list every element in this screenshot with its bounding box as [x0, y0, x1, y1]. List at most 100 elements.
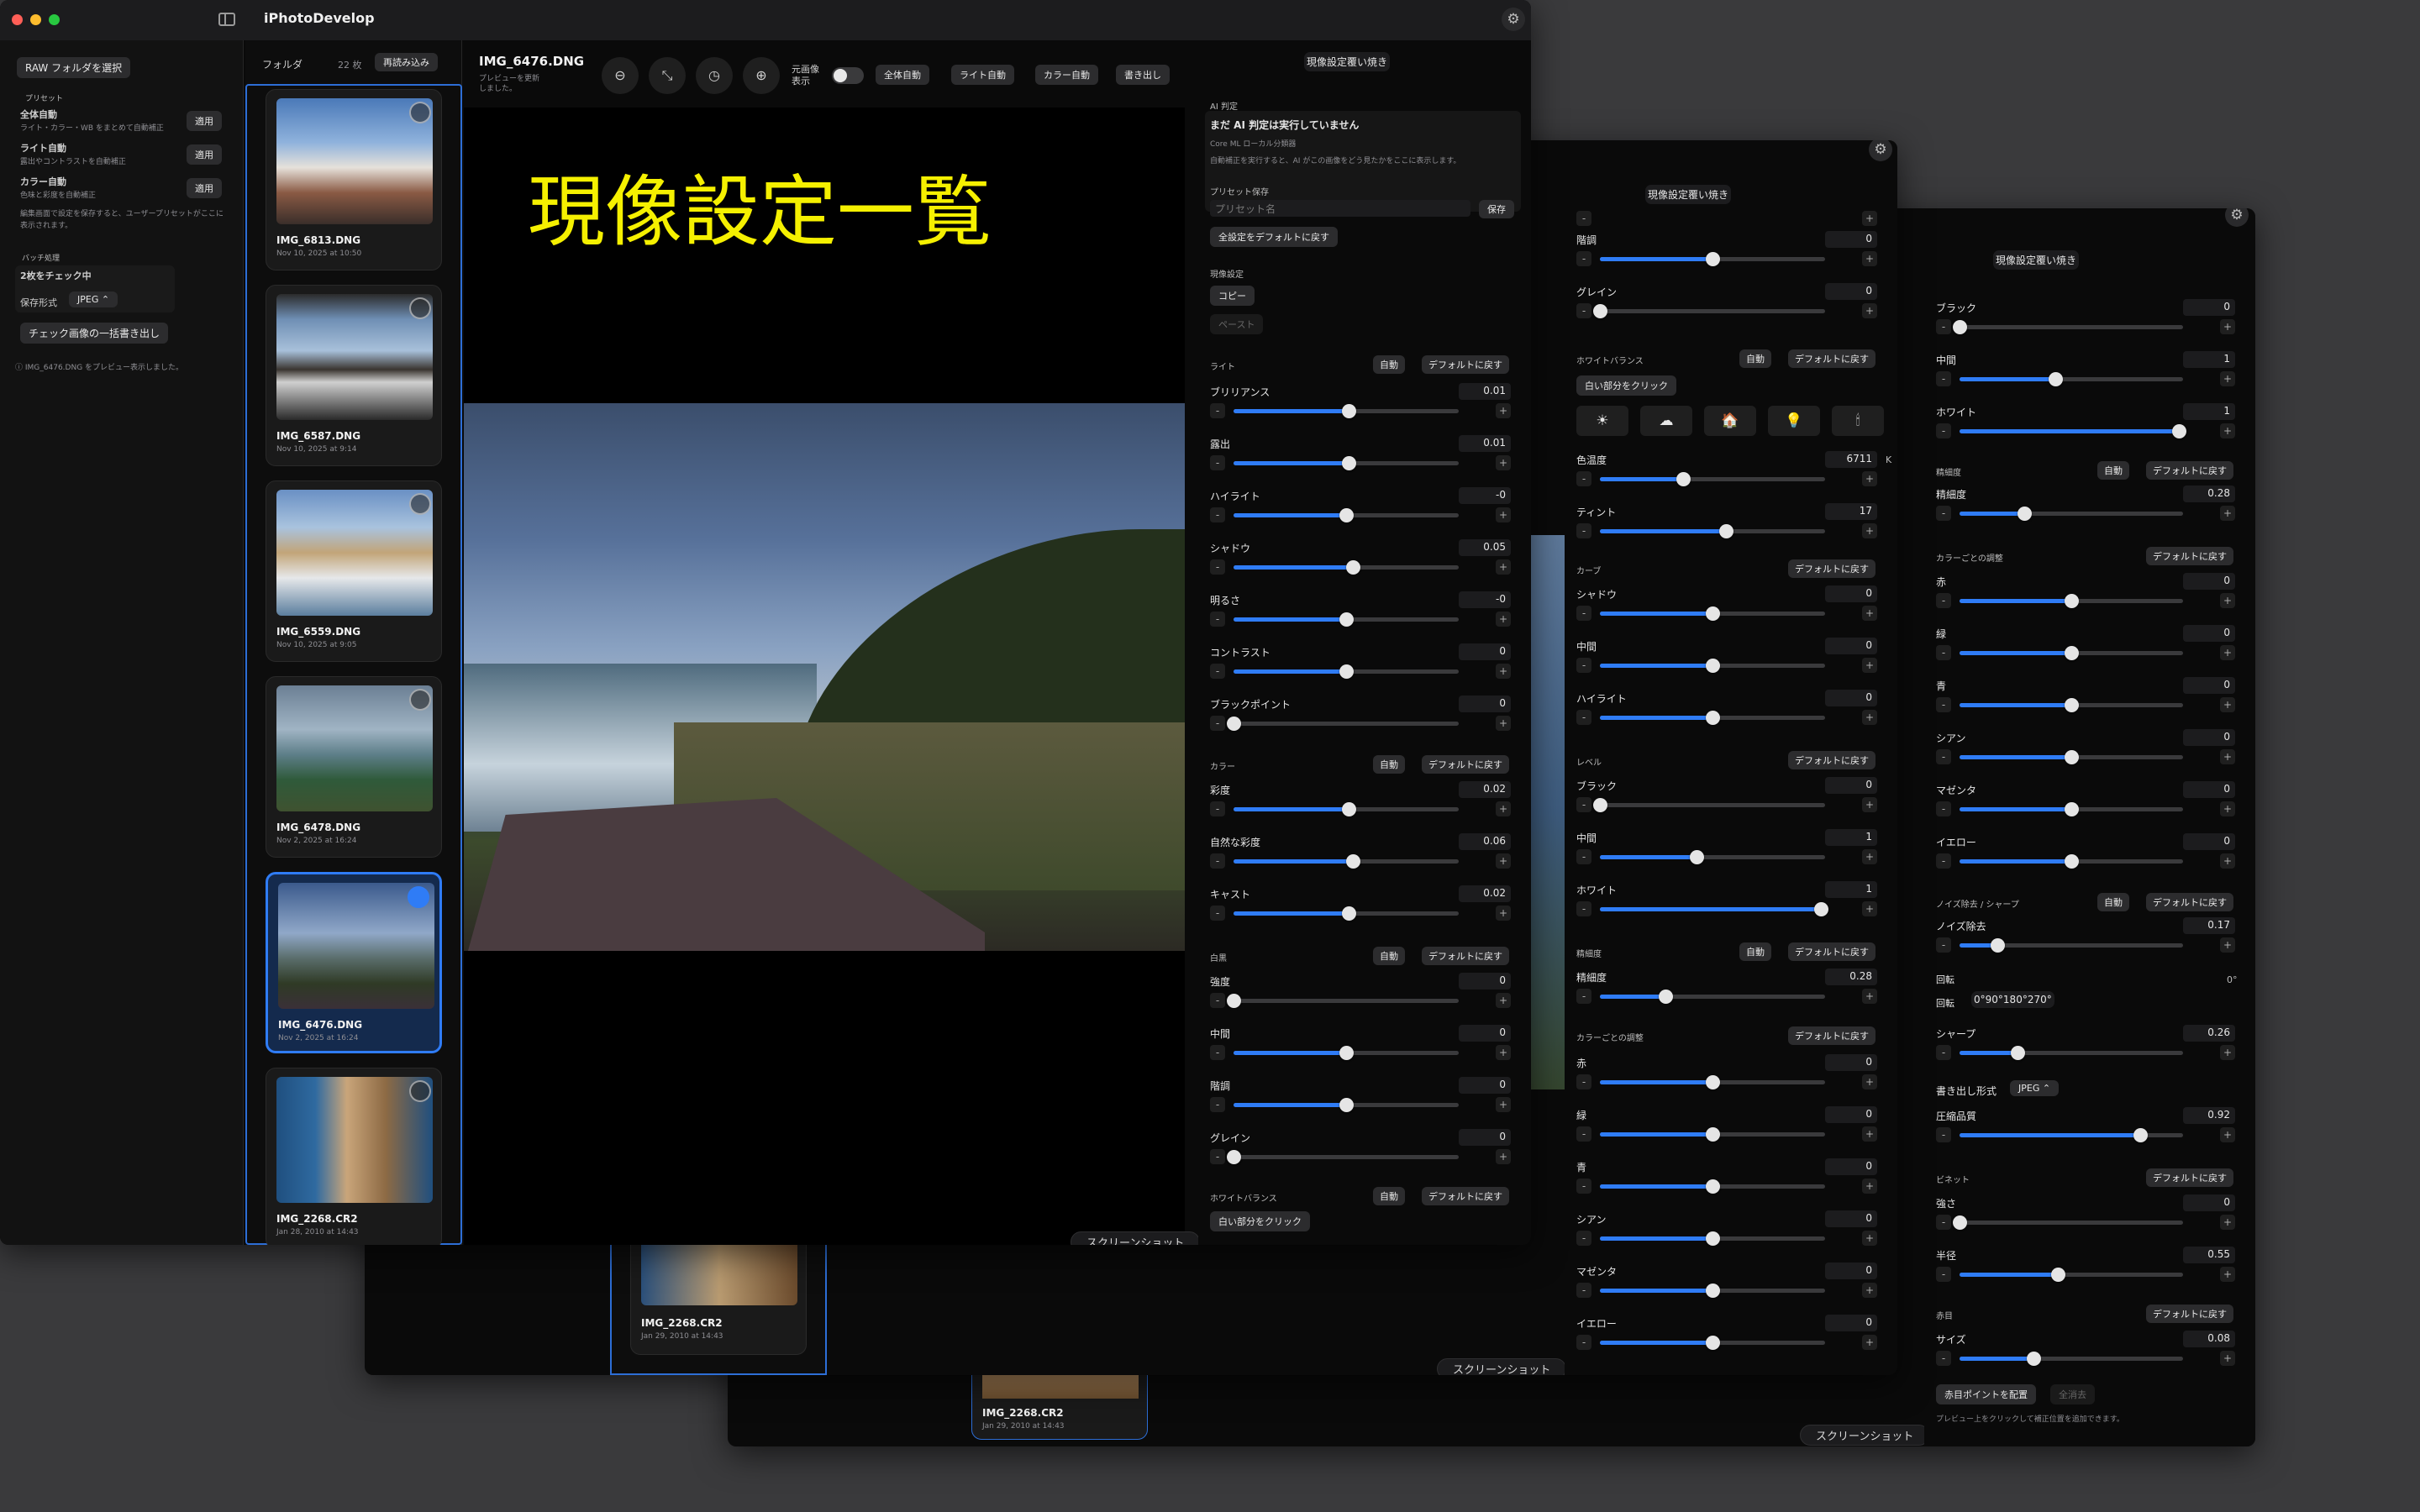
slider-knob[interactable] — [1813, 902, 1828, 916]
slider-decrement-button[interactable]: - — [1210, 612, 1225, 627]
slider-knob[interactable] — [1676, 472, 1691, 486]
slider-value[interactable]: 0 — [1825, 231, 1877, 248]
thumbnail-card[interactable]: IMG_6478.DNG Nov 2, 2025 at 16:24 — [266, 676, 442, 858]
slider-value[interactable]: 0 — [2183, 299, 2235, 316]
slider-knob[interactable] — [2051, 1268, 2066, 1282]
tab-develop[interactable]: 現像設定 — [1307, 55, 1347, 69]
redeye-clear-button[interactable]: 全消去 — [2050, 1384, 2095, 1404]
reset-button[interactable]: デフォルトに戻す — [1788, 942, 1876, 961]
slider-increment-button[interactable]: + — [2220, 937, 2235, 953]
slider-value[interactable]: 0 — [2183, 1194, 2235, 1211]
original-toggle[interactable] — [832, 67, 864, 84]
slider-decrement-button[interactable]: - — [1936, 506, 1951, 521]
reset-button[interactable]: デフォルトに戻す — [1788, 349, 1876, 368]
slider-knob[interactable] — [1346, 854, 1361, 869]
tab-overwrite[interactable]: 覆い焼き — [2036, 253, 2076, 267]
slider-value[interactable]: 0 — [1825, 1054, 1877, 1071]
slider-decrement-button[interactable]: - — [1576, 658, 1591, 673]
slider-increment-button[interactable]: + — [1862, 251, 1877, 266]
slider-track-hsl_red[interactable] — [1600, 1075, 1825, 1089]
slider-knob[interactable] — [1227, 717, 1241, 731]
white-pick-button[interactable]: 白い部分をクリック — [1210, 1211, 1310, 1231]
slider-track-level_white[interactable] — [1600, 902, 1828, 916]
slider-value[interactable]: 0 — [1825, 1263, 1877, 1279]
tab-develop[interactable]: 現像設定 — [1648, 187, 1688, 202]
slider-decrement-button[interactable]: - — [1576, 1283, 1591, 1298]
slider-value[interactable]: 0.05 — [1459, 539, 1511, 556]
auto-all-button[interactable]: 全体自動 — [876, 65, 929, 85]
slider-decrement-button[interactable]: - — [1210, 853, 1225, 869]
slider-value[interactable]: 0 — [2183, 729, 2235, 746]
slider-increment-button[interactable]: + — [2220, 1045, 2235, 1060]
slider-knob[interactable] — [1991, 938, 2006, 953]
slider-knob[interactable] — [1706, 1075, 1720, 1089]
thumbnail-card[interactable]: IMG_6559.DNG Nov 10, 2025 at 9:05 — [266, 480, 442, 662]
slider-increment-button[interactable]: + — [1496, 612, 1511, 627]
slider-increment-button[interactable]: + — [1496, 801, 1511, 816]
slider-track-sharp[interactable] — [1960, 1046, 2183, 1060]
slider-increment-button[interactable]: + — [1862, 606, 1877, 621]
rotation-option[interactable]: 180° — [2003, 994, 2028, 1005]
slider-increment-button[interactable]: + — [1862, 303, 1877, 318]
close-button[interactable] — [12, 14, 23, 25]
slider-knob[interactable] — [1227, 1150, 1241, 1164]
slider-increment-button[interactable]: + — [1862, 710, 1877, 725]
slider-knob[interactable] — [2171, 424, 2186, 438]
slider-increment-button[interactable]: + — [1862, 658, 1877, 673]
slider-decrement-button[interactable]: - — [1576, 606, 1591, 621]
slider-track-vig_strength[interactable] — [1953, 1215, 2183, 1230]
slider-knob[interactable] — [1706, 1179, 1720, 1194]
reset-button[interactable]: デフォルトに戻す — [1422, 1187, 1509, 1205]
export-button[interactable]: 書き出し — [1116, 65, 1170, 85]
slider-knob[interactable] — [1690, 850, 1705, 864]
slider-increment-button[interactable]: + — [2220, 1351, 2235, 1366]
slider-increment-button[interactable]: + — [1496, 1045, 1511, 1060]
slider-decrement-button[interactable]: - — [1210, 1149, 1225, 1164]
slider-track-highlights[interactable] — [1234, 508, 1459, 522]
fit-icon[interactable]: ⤡ — [649, 57, 686, 94]
slider-track-cast[interactable] — [1234, 906, 1459, 921]
slider-knob[interactable] — [2026, 1352, 2041, 1366]
sidebar-toggle-icon[interactable] — [218, 13, 235, 26]
slider-increment-button[interactable]: + — [2220, 853, 2235, 869]
slider-value[interactable]: 0.28 — [2183, 486, 2235, 502]
slider-value[interactable]: 0.26 — [2183, 1025, 2235, 1042]
slider-track-exposure[interactable] — [1234, 456, 1459, 470]
slider-track-level_mid[interactable] — [1600, 850, 1825, 864]
preset-apply-button[interactable]: 適用 — [187, 111, 222, 131]
slider-track-bw_mid[interactable] — [1234, 1046, 1459, 1060]
slider-knob[interactable] — [2018, 507, 2033, 521]
slider-decrement-button[interactable]: - — [1210, 993, 1225, 1008]
slider-increment-button[interactable]: + — [1862, 989, 1877, 1004]
auto-light-button[interactable]: ライト自動 — [951, 65, 1014, 85]
rotation-option[interactable]: 0° — [1974, 994, 1986, 1005]
slider-decrement-button[interactable]: - — [1576, 1335, 1591, 1350]
slider-value[interactable]: 0.01 — [1459, 383, 1511, 400]
batch-export-button[interactable]: チェック画像の一括書き出し — [20, 323, 169, 344]
slider-knob[interactable] — [1706, 711, 1720, 725]
slider-increment-button[interactable]: + — [1862, 901, 1877, 916]
slider-knob[interactable] — [1227, 994, 1241, 1008]
slider-track-saturation[interactable] — [1234, 802, 1459, 816]
slider-increment-button[interactable]: + — [2220, 319, 2235, 334]
thumbnail-check-button[interactable] — [409, 689, 431, 711]
slider-increment-button[interactable]: + — [1496, 993, 1511, 1008]
slider-decrement-button[interactable]: - — [1576, 1074, 1591, 1089]
slider-value[interactable]: 0 — [2183, 625, 2235, 642]
slider-track-shadows[interactable] — [1234, 560, 1459, 575]
slider-track-bw_grain[interactable] — [1227, 1150, 1459, 1164]
slider-knob[interactable] — [1706, 1231, 1720, 1246]
copy-button[interactable]: コピー — [1210, 286, 1255, 306]
slider-track-detail[interactable] — [1960, 507, 2183, 521]
auto-button[interactable]: 自動 — [2097, 461, 2129, 480]
gear-icon[interactable]: ⚙ — [1502, 8, 1525, 31]
slider-value[interactable]: 0 — [1459, 696, 1511, 712]
slider-increment-button[interactable]: + — [1862, 849, 1877, 864]
reset-button[interactable]: デフォルトに戻す — [2146, 1305, 2233, 1323]
reset-button[interactable]: デフォルトに戻す — [1422, 947, 1509, 965]
slider-track-brilliance[interactable] — [1234, 404, 1459, 418]
white-pick-button[interactable]: 白い部分をクリック — [1576, 375, 1676, 396]
slider-track-quality[interactable] — [1960, 1128, 2183, 1142]
slider-decrement-button[interactable]: - — [1210, 801, 1225, 816]
thumbnail-check-button[interactable] — [409, 493, 431, 515]
